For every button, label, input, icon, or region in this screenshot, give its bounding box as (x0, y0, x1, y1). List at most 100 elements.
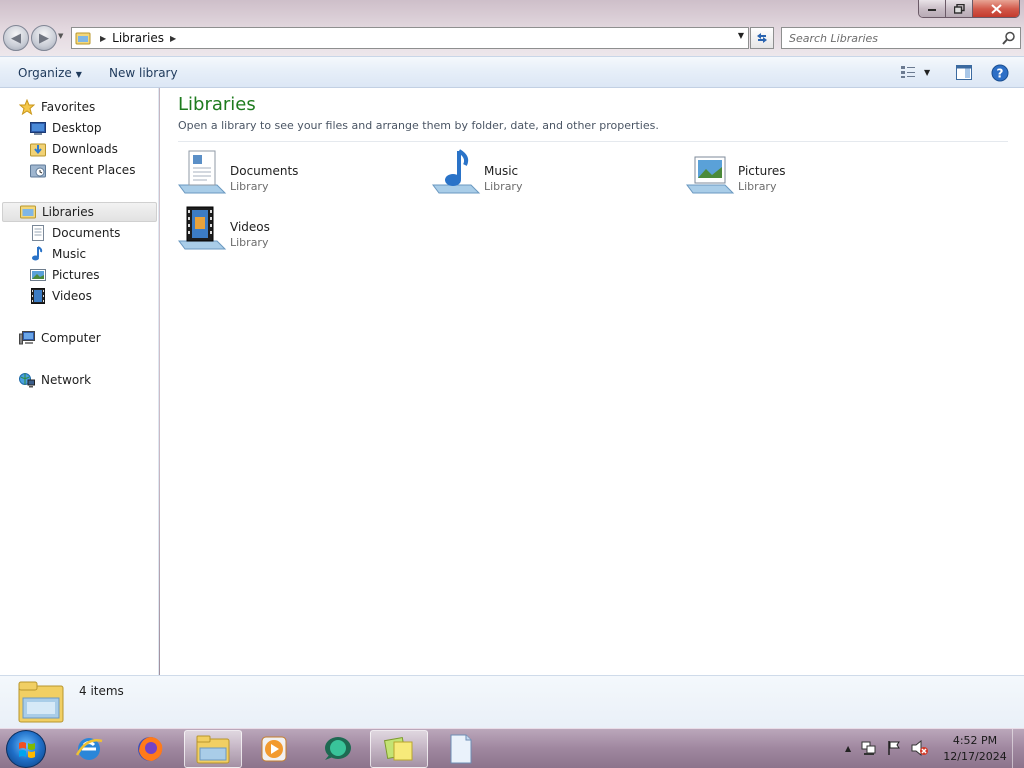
nav-network[interactable]: Network (19, 370, 91, 390)
start-button[interactable] (6, 730, 46, 768)
documents-library-icon (178, 150, 227, 194)
nav-item-videos[interactable]: Videos (30, 286, 92, 306)
nav-item-documents[interactable]: Documents (30, 223, 120, 243)
preview-pane-button[interactable] (956, 65, 972, 83)
action-center-flag-icon[interactable] (887, 740, 901, 756)
organize-button[interactable]: Organize ▼ (18, 66, 82, 80)
preview-pane-icon (956, 65, 972, 80)
history-navigation: ◀ ▶ (3, 25, 57, 51)
taskbar-firefox[interactable] (121, 730, 179, 768)
item-count: 4 items (79, 684, 124, 698)
restore-icon (953, 4, 965, 14)
taskbar-chat-app[interactable] (308, 730, 366, 768)
command-bar: Organize ▼ New library ▼ ? (0, 56, 1024, 88)
change-view-button[interactable]: ▼ (900, 65, 930, 79)
favorites-star-icon (19, 99, 35, 115)
pictures-library-icon (686, 156, 735, 194)
downloads-folder-icon (30, 143, 46, 157)
minimize-icon (928, 9, 936, 11)
taskbar-media-player[interactable] (245, 730, 303, 768)
nav-item-pictures[interactable]: Pictures (30, 265, 100, 285)
taskbar-clock[interactable]: 4:52 PM 12/17/2024 (940, 733, 1010, 765)
new-library-button[interactable]: New library (109, 66, 178, 80)
library-videos[interactable]: Videos Library (177, 205, 417, 255)
libraries-address-icon (72, 31, 94, 45)
network-status-icon[interactable] (861, 740, 877, 756)
show-desktop-button[interactable] (1012, 729, 1024, 768)
breadcrumb-separator-icon[interactable]: ▶ (100, 34, 106, 43)
desktop-icon (30, 122, 46, 135)
windows-explorer-icon (196, 735, 230, 764)
search-input[interactable] (782, 28, 994, 48)
refresh-button[interactable] (750, 27, 774, 49)
library-documents[interactable]: Documents Library (177, 149, 417, 199)
view-dropdown-icon[interactable]: ▼ (924, 68, 930, 77)
nav-documents-label: Documents (52, 226, 121, 240)
nav-desktop-label: Desktop (52, 121, 102, 135)
organize-label: Organize (18, 66, 72, 80)
taskbar: ▲ 4:52 PM 12/17/2024 (0, 728, 1024, 768)
address-history-dropdown-icon[interactable]: ▼ (738, 31, 744, 40)
nav-libraries-label: Libraries (42, 205, 94, 219)
nav-computer[interactable]: Computer (19, 328, 101, 348)
minimize-button[interactable] (919, 0, 946, 17)
music-icon (32, 246, 43, 261)
nav-pictures-label: Pictures (52, 268, 100, 282)
nav-recent-places-label: Recent Places (52, 163, 136, 177)
nav-favorites[interactable]: Favorites (19, 97, 95, 117)
page-title: Libraries (178, 94, 256, 115)
address-bar[interactable]: ▶ Libraries ▶ ▼ (71, 27, 749, 49)
nav-music-label: Music (52, 247, 87, 261)
nav-item-recent-places[interactable]: Recent Places (30, 160, 135, 180)
caption-buttons (918, 0, 1020, 18)
library-pictures-type: Library (738, 180, 777, 193)
nav-computer-label: Computer (41, 331, 101, 345)
details-pane: 4 items (0, 675, 1024, 728)
pictures-icon (30, 269, 46, 281)
network-icon (19, 373, 35, 388)
search-box[interactable] (781, 27, 1021, 49)
forward-button[interactable]: ▶ (31, 25, 57, 51)
organize-dropdown-icon: ▼ (75, 70, 82, 79)
clock-time: 4:52 PM (952, 734, 998, 747)
nav-favorites-label: Favorites (41, 100, 96, 114)
show-hidden-icons-icon[interactable]: ▲ (845, 744, 851, 753)
libraries-large-icon (18, 681, 64, 723)
taskbar-internet-explorer[interactable] (60, 730, 118, 768)
nav-libraries[interactable]: Libraries (2, 202, 157, 222)
computer-icon (19, 331, 35, 345)
recent-pages-dropdown-icon[interactable]: ▼ (58, 32, 63, 40)
library-videos-type: Library (230, 236, 269, 249)
nav-item-downloads[interactable]: Downloads (30, 139, 118, 159)
navigation-pane: Favorites Desktop Downloads Recent Place… (0, 88, 159, 675)
nav-network-label: Network (41, 373, 92, 387)
breadcrumb-expand-icon[interactable]: ▶ (170, 34, 176, 43)
svg-text:?: ? (997, 67, 1004, 81)
volume-muted-icon[interactable] (911, 740, 929, 756)
help-button[interactable]: ? (991, 64, 1009, 85)
taskbar-sticky-notes[interactable] (370, 730, 428, 768)
chat-app-icon (325, 737, 351, 760)
search-icon[interactable] (1002, 31, 1016, 45)
content-area: Libraries Open a library to see your fil… (160, 88, 1024, 675)
maximize-button[interactable] (946, 0, 973, 17)
close-button[interactable] (973, 0, 1019, 17)
breadcrumb-libraries[interactable]: Libraries (112, 31, 164, 45)
back-button[interactable]: ◀ (3, 25, 29, 51)
nav-videos-label: Videos (52, 289, 92, 303)
libraries-icon (20, 205, 36, 219)
forward-arrow-icon: ▶ (39, 30, 49, 46)
taskbar-notepad[interactable] (432, 730, 490, 768)
library-music[interactable]: Music Library (431, 149, 671, 199)
view-options-icon (901, 66, 915, 78)
window-titlebar: ◀ ▶ ▼ ▶ Libraries ▶ ▼ (0, 0, 1024, 56)
videos-library-icon (178, 206, 227, 250)
notepad-icon (450, 734, 472, 764)
taskbar-windows-explorer[interactable] (184, 730, 242, 768)
nav-downloads-label: Downloads (52, 142, 118, 156)
library-pictures[interactable]: Pictures Library (685, 149, 925, 199)
sticky-notes-icon (383, 736, 413, 761)
internet-explorer-icon (75, 738, 103, 760)
nav-item-music[interactable]: Music (30, 244, 86, 264)
nav-item-desktop[interactable]: Desktop (30, 118, 102, 138)
